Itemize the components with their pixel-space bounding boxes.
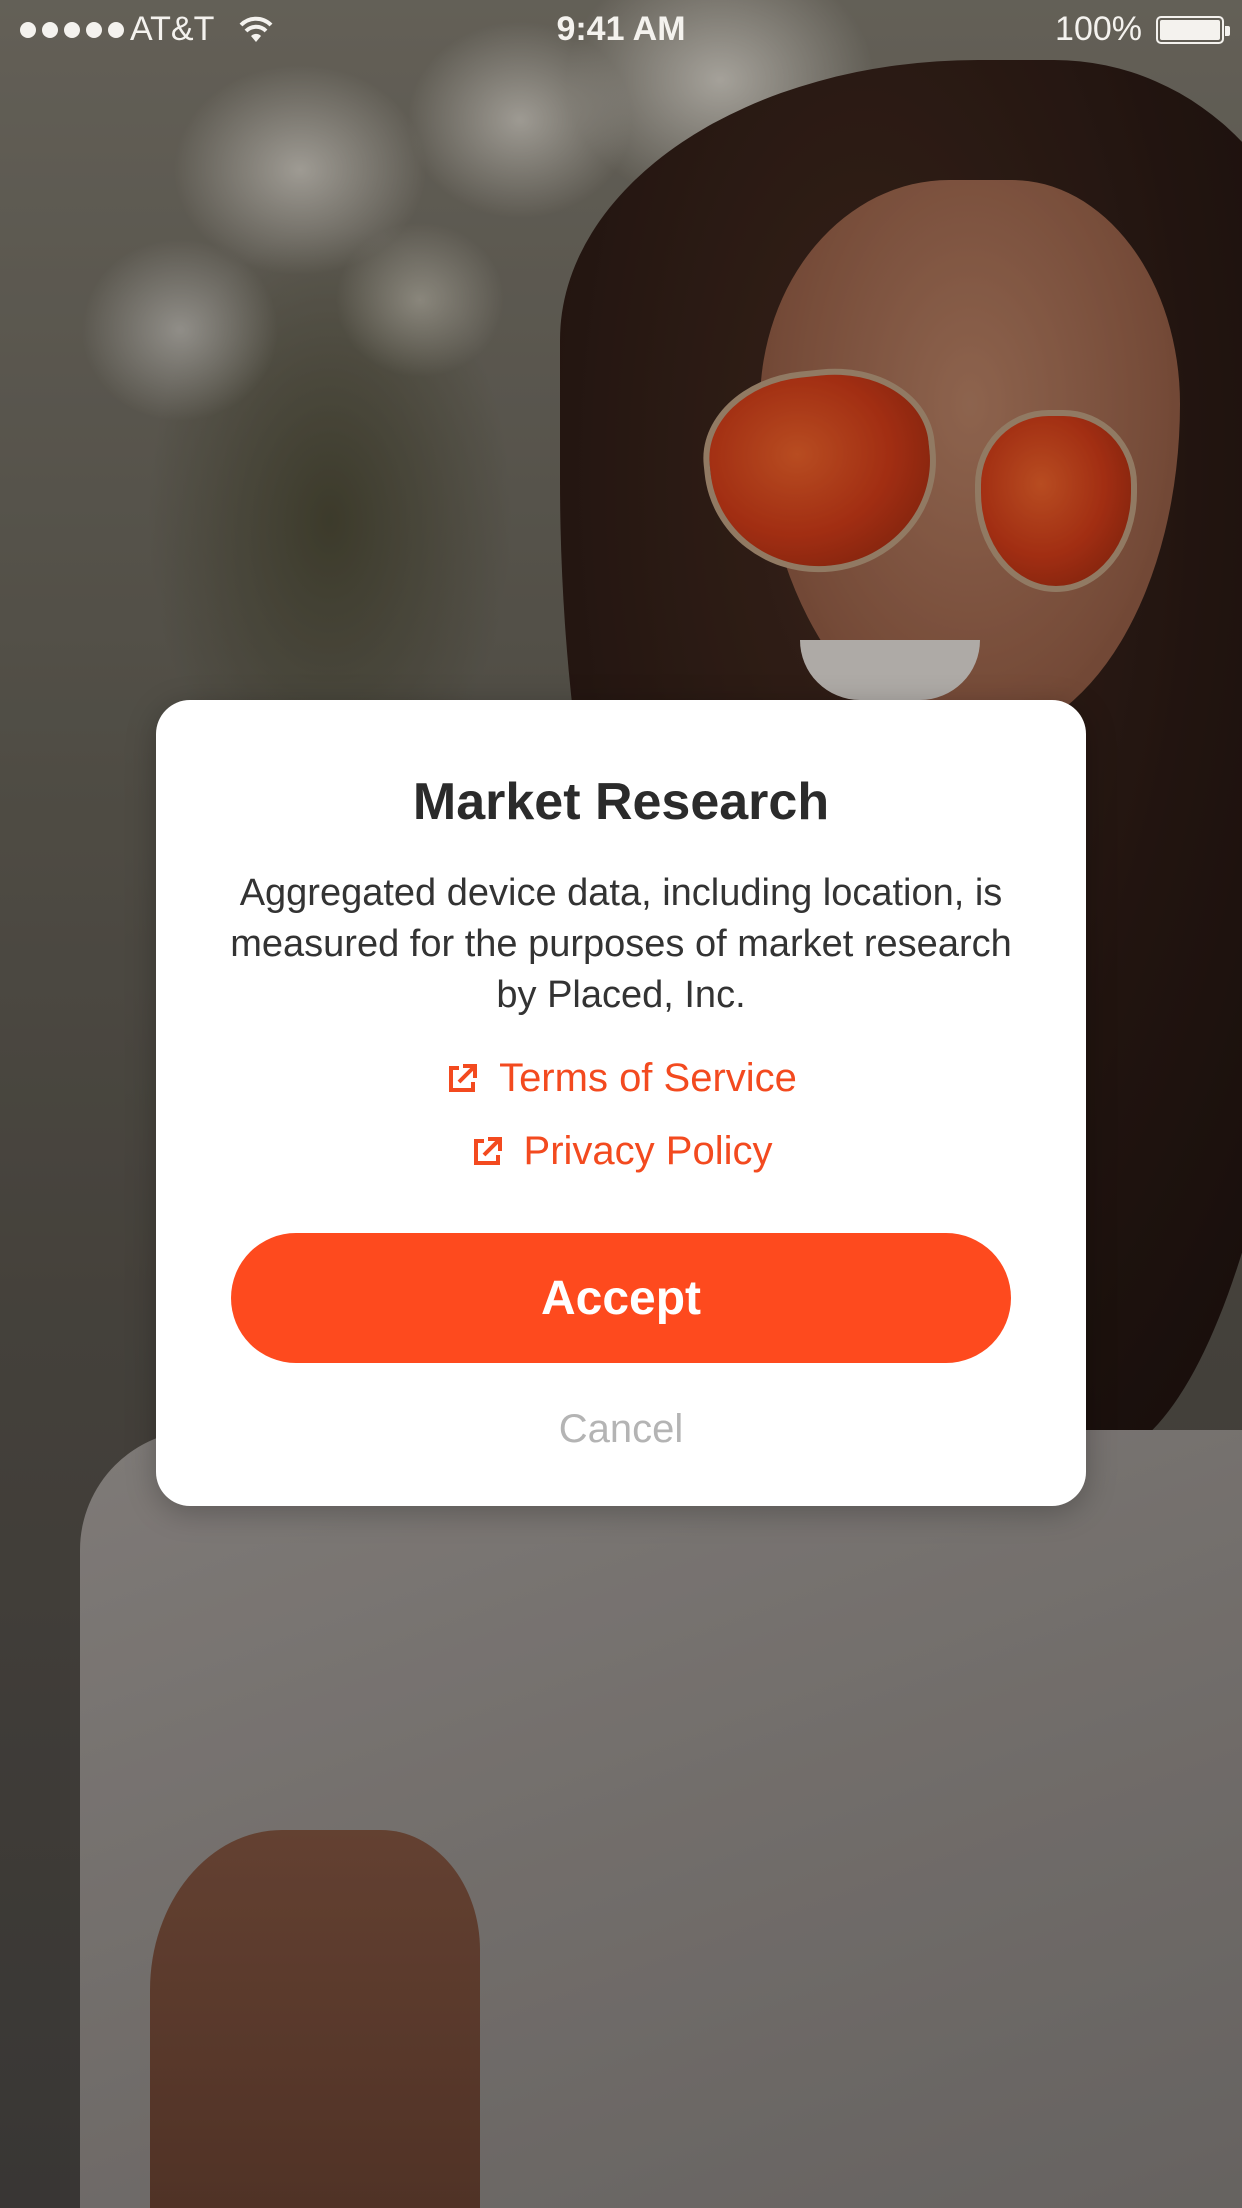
- dialog-body: Aggregated device data, including locati…: [230, 872, 1012, 1016]
- battery-percentage: 100%: [1055, 10, 1142, 48]
- external-link-icon: [473, 1136, 502, 1165]
- accept-button[interactable]: Accept: [231, 1233, 1011, 1363]
- terms-of-service-label: Terms of Service: [499, 1056, 797, 1100]
- privacy-policy-label: Privacy Policy: [523, 1129, 773, 1173]
- market-research-dialog: Market Research Aggregated device data, …: [156, 700, 1086, 1506]
- privacy-policy-link[interactable]: Privacy Policy: [156, 1129, 1086, 1174]
- cancel-button[interactable]: Cancel: [156, 1406, 1086, 1453]
- screen: AT&T 9:41 AM 100% Market Research Aggreg…: [0, 0, 1242, 2208]
- status-bar: AT&T 9:41 AM 100%: [0, 0, 1242, 60]
- terms-of-service-link[interactable]: Terms of Service: [156, 1056, 1086, 1101]
- external-link-icon: [449, 1063, 478, 1092]
- dialog-title: Market Research: [412, 773, 830, 831]
- battery-icon: [1156, 16, 1230, 44]
